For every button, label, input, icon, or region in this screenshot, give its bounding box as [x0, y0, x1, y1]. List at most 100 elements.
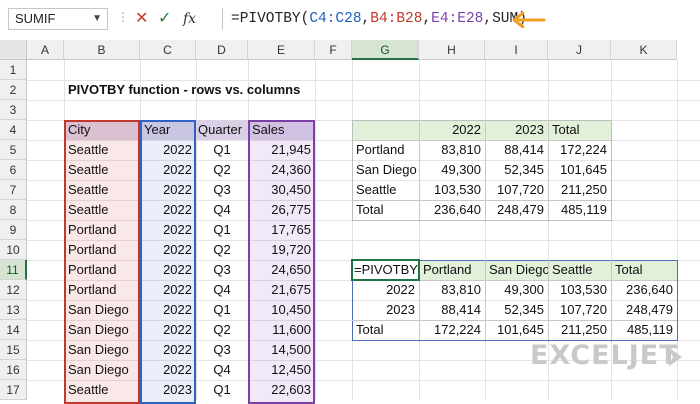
chevron-down-icon[interactable]: ▼	[92, 9, 102, 29]
cancel-icon[interactable]: ✕	[135, 8, 148, 30]
year-cell[interactable]: 2022	[140, 140, 196, 160]
quarter-cell[interactable]: Q3	[196, 340, 248, 360]
pivot1-value-cell[interactable]: 52,345	[485, 160, 548, 180]
formula-input[interactable]: =PIVOTBY(C4:C28,B4:B28,E4:E28,SUM)	[222, 8, 700, 30]
pivot1-header-cell[interactable]: Total	[548, 120, 611, 140]
pivot1-header-cell[interactable]	[352, 120, 419, 140]
pivot2-value-cell[interactable]: 83,810	[419, 280, 485, 300]
column-header[interactable]: B	[64, 40, 140, 60]
row-header[interactable]: 1	[0, 60, 27, 80]
pivot2-value-cell[interactable]: 107,720	[548, 300, 611, 320]
column-header[interactable]: D	[196, 40, 248, 60]
city-cell[interactable]: San Diego	[64, 340, 140, 360]
row-header[interactable]: 4	[0, 120, 27, 140]
pivot2-value-cell[interactable]: 172,224	[419, 320, 485, 340]
city-cell[interactable]: Seattle	[64, 140, 140, 160]
pivot1-header-cell[interactable]: 2022	[419, 120, 485, 140]
row-header[interactable]: 5	[0, 140, 27, 160]
enter-check-icon[interactable]: ✓	[158, 8, 171, 30]
column-header[interactable]: E	[248, 40, 315, 60]
year-cell[interactable]: 2022	[140, 200, 196, 220]
pivot1-value-cell[interactable]: 103,530	[419, 180, 485, 200]
pivot1-value-cell[interactable]: 107,720	[485, 180, 548, 200]
row-header[interactable]: 16	[0, 360, 27, 380]
quarter-cell[interactable]: Q2	[196, 320, 248, 340]
quarter-cell[interactable]: Q1	[196, 220, 248, 240]
select-all-corner[interactable]	[0, 40, 27, 60]
source-header-cell[interactable]: Year	[140, 120, 196, 140]
city-cell[interactable]: Portland	[64, 220, 140, 240]
row-header[interactable]: 17	[0, 380, 27, 400]
sales-cell[interactable]: 11,600	[248, 320, 315, 340]
quarter-cell[interactable]: Q1	[196, 300, 248, 320]
city-cell[interactable]: San Diego	[64, 360, 140, 380]
pivot2-value-cell[interactable]: 211,250	[548, 320, 611, 340]
year-cell[interactable]: 2023	[140, 380, 196, 400]
pivot2-value-cell[interactable]: 101,645	[485, 320, 548, 340]
pivot2-header-cell[interactable]: Portland	[419, 260, 485, 280]
pivot1-value-cell[interactable]: 485,119	[548, 200, 611, 220]
pivot1-value-cell[interactable]: 88,414	[485, 140, 548, 160]
year-cell[interactable]: 2022	[140, 360, 196, 380]
row-header[interactable]: 15	[0, 340, 27, 360]
pivot2-value-cell[interactable]: 248,479	[611, 300, 677, 320]
pivot1-value-cell[interactable]: 49,300	[419, 160, 485, 180]
pivot2-label-cell[interactable]: 2023	[352, 300, 419, 320]
pivot1-value-cell[interactable]: 236,640	[419, 200, 485, 220]
pivot2-value-cell[interactable]: 236,640	[611, 280, 677, 300]
pivot1-value-cell[interactable]: 172,224	[548, 140, 611, 160]
quarter-cell[interactable]: Q1	[196, 380, 248, 400]
source-header-cell[interactable]: Sales	[248, 120, 315, 140]
pivot2-header-cell[interactable]: Total	[611, 260, 677, 280]
quarter-cell[interactable]: Q3	[196, 260, 248, 280]
pivot2-value-cell[interactable]: 88,414	[419, 300, 485, 320]
quarter-cell[interactable]: Q3	[196, 180, 248, 200]
pivot1-header-cell[interactable]: 2023	[485, 120, 548, 140]
sales-cell[interactable]: 21,675	[248, 280, 315, 300]
row-header[interactable]: 13	[0, 300, 27, 320]
row-header[interactable]: 8	[0, 200, 27, 220]
row-header[interactable]: 9	[0, 220, 27, 240]
pivot2-value-cell[interactable]: 485,119	[611, 320, 677, 340]
column-header[interactable]: K	[611, 40, 677, 60]
pivot1-value-cell[interactable]: 211,250	[548, 180, 611, 200]
pivot1-value-cell[interactable]: 101,645	[548, 160, 611, 180]
city-cell[interactable]: Portland	[64, 260, 140, 280]
pivot2-label-cell[interactable]: Total	[352, 320, 419, 340]
city-cell[interactable]: Seattle	[64, 180, 140, 200]
sales-cell[interactable]: 24,360	[248, 160, 315, 180]
row-header[interactable]: 12	[0, 280, 27, 300]
column-header[interactable]: A	[27, 40, 64, 60]
sales-cell[interactable]: 30,450	[248, 180, 315, 200]
sales-cell[interactable]: 22,603	[248, 380, 315, 400]
sales-cell[interactable]: 21,945	[248, 140, 315, 160]
pivot2-header-cell[interactable]: Seattle	[548, 260, 611, 280]
city-cell[interactable]: San Diego	[64, 300, 140, 320]
quarter-cell[interactable]: Q4	[196, 280, 248, 300]
city-cell[interactable]: Seattle	[64, 160, 140, 180]
pivot2-value-cell[interactable]: 103,530	[548, 280, 611, 300]
sheet-title[interactable]: PIVOTBY function - rows vs. columns	[64, 80, 364, 100]
column-header[interactable]: G	[352, 40, 419, 60]
sales-cell[interactable]: 19,720	[248, 240, 315, 260]
year-cell[interactable]: 2022	[140, 160, 196, 180]
quarter-cell[interactable]: Q1	[196, 140, 248, 160]
pivot2-label-cell[interactable]: 2022	[352, 280, 419, 300]
pivot1-label-cell[interactable]: Total	[352, 200, 419, 220]
pivot2-value-cell[interactable]: 52,345	[485, 300, 548, 320]
row-header[interactable]: 2	[0, 80, 27, 100]
row-header[interactable]: 14	[0, 320, 27, 340]
quarter-cell[interactable]: Q2	[196, 160, 248, 180]
city-cell[interactable]: Portland	[64, 240, 140, 260]
pivot2-value-cell[interactable]: 49,300	[485, 280, 548, 300]
pivot1-label-cell[interactable]: Seattle	[352, 180, 419, 200]
row-header[interactable]: 10	[0, 240, 27, 260]
quarter-cell[interactable]: Q2	[196, 240, 248, 260]
source-header-cell[interactable]: Quarter	[196, 120, 248, 140]
year-cell[interactable]: 2022	[140, 220, 196, 240]
row-header[interactable]: 6	[0, 160, 27, 180]
city-cell[interactable]: Seattle	[64, 200, 140, 220]
year-cell[interactable]: 2022	[140, 340, 196, 360]
column-header[interactable]: H	[419, 40, 485, 60]
sales-cell[interactable]: 10,450	[248, 300, 315, 320]
